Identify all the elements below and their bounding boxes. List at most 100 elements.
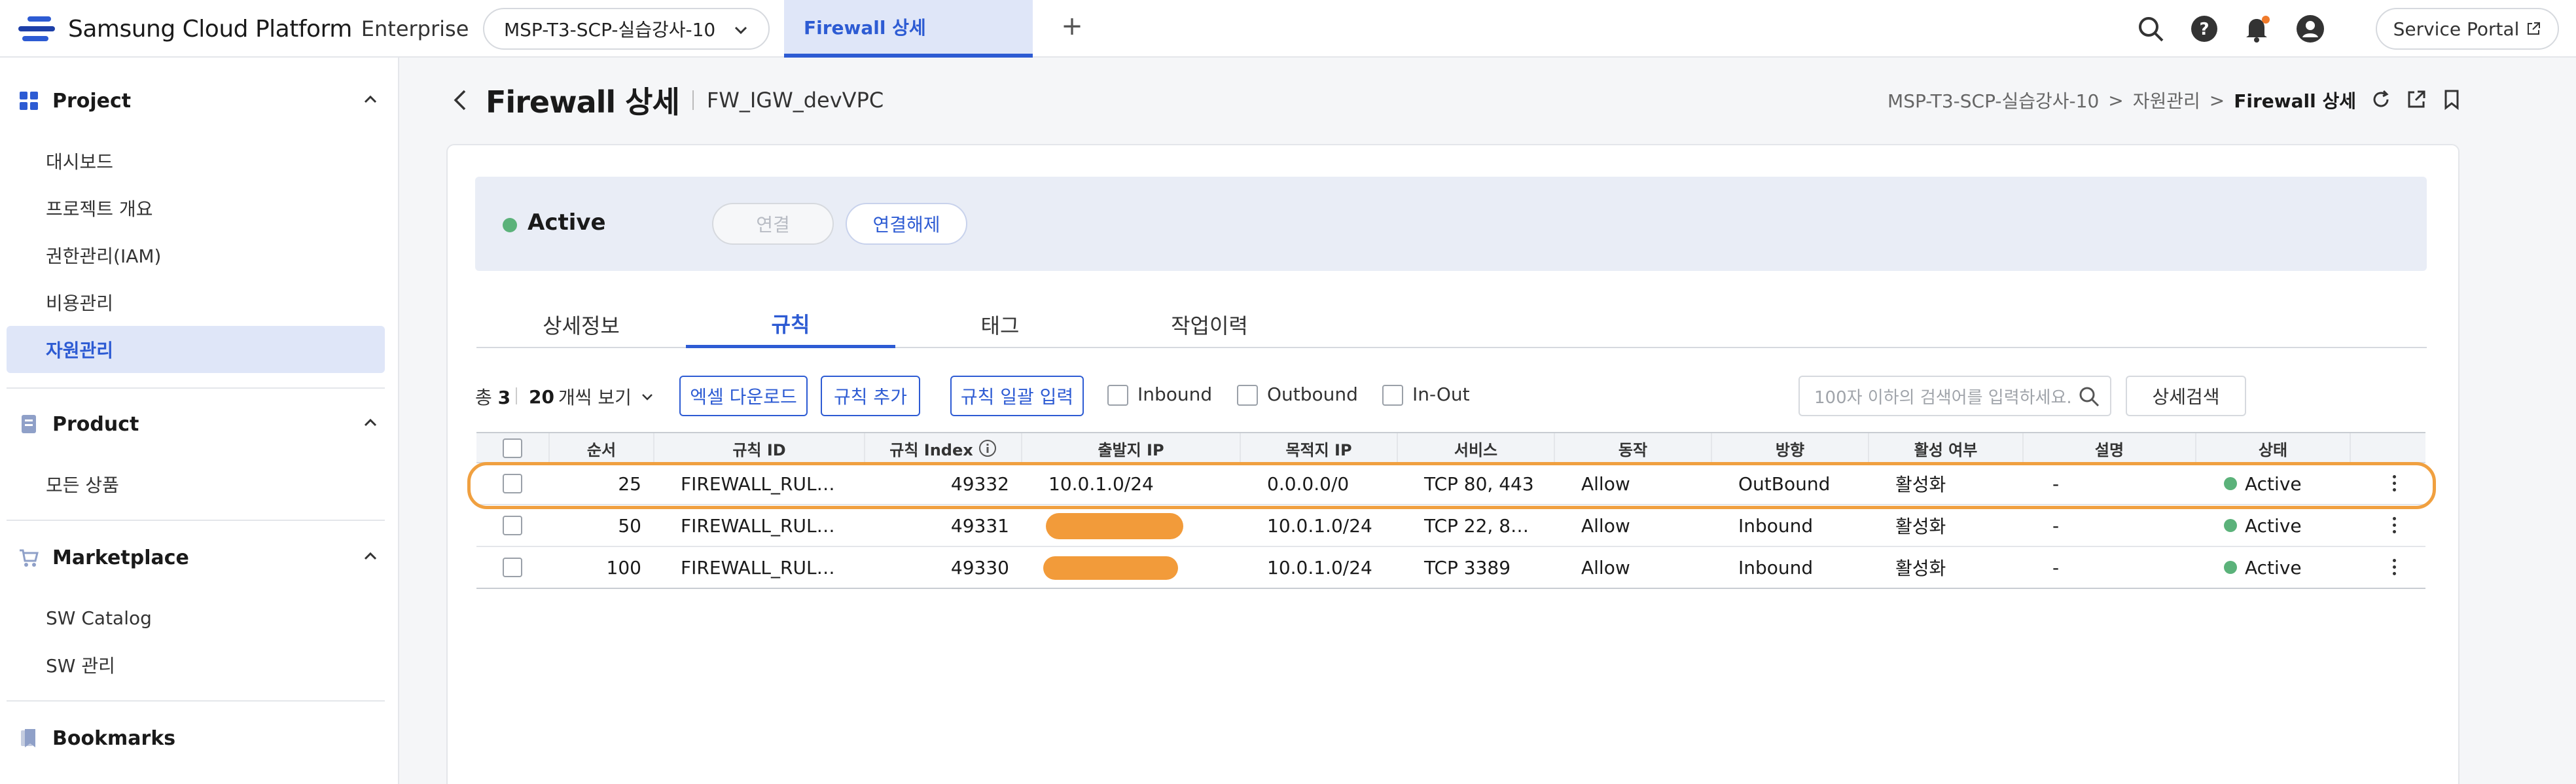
sidebar-item-billing[interactable]: 비용관리 bbox=[7, 279, 385, 326]
sidebar-section-product[interactable]: Product bbox=[18, 404, 385, 444]
back-arrow-icon[interactable] bbox=[448, 87, 471, 113]
header-description[interactable]: 설명 bbox=[2024, 433, 2196, 463]
page-size-label: 개씩 보기 bbox=[558, 387, 632, 408]
help-icon[interactable]: ? bbox=[2189, 13, 2220, 45]
header-order[interactable]: 순서 bbox=[550, 433, 654, 463]
sidebar-item-label: SW 관리 bbox=[46, 655, 115, 677]
sidebar-item-all-products[interactable]: 모든 상품 bbox=[7, 461, 385, 508]
breadcrumb-resources[interactable]: 자원관리 bbox=[2133, 87, 2200, 113]
cell-destination-ip: 10.0.1.0/24 bbox=[1267, 514, 1372, 537]
total-count: 총 3 bbox=[475, 387, 511, 408]
header-direction[interactable]: 방향 bbox=[1712, 433, 1869, 463]
breadcrumb-separator: > bbox=[2108, 89, 2124, 111]
search-icon[interactable] bbox=[2077, 385, 2101, 408]
sidebar-section-label: Bookmarks bbox=[52, 726, 176, 750]
sidebar-item-label: 비용관리 bbox=[46, 293, 114, 314]
breadcrumb-project[interactable]: MSP-T3-SCP-실습강사-10 bbox=[1887, 87, 2099, 113]
search-icon[interactable] bbox=[2135, 13, 2166, 45]
info-icon[interactable] bbox=[978, 439, 997, 457]
cell-action: Allow bbox=[1581, 514, 1630, 537]
tab-rules[interactable]: 규칙 bbox=[686, 301, 895, 348]
tab-label: 태그 bbox=[980, 313, 1020, 338]
status-dot bbox=[2224, 561, 2237, 574]
external-link-icon bbox=[2528, 22, 2541, 35]
cell-order: 100 bbox=[606, 556, 641, 579]
header-action[interactable]: 동작 bbox=[1555, 433, 1712, 463]
header-rule-id[interactable]: 규칙 ID bbox=[654, 433, 865, 463]
sidebar-divider bbox=[7, 520, 385, 521]
row-checkbox[interactable] bbox=[503, 558, 522, 577]
sidebar-item-label: 권한관리(IAM) bbox=[46, 245, 162, 267]
sidebar-section-bookmarks[interactable]: Bookmarks bbox=[18, 719, 385, 758]
cell-rule-id[interactable]: FIREWALL_RUL… bbox=[681, 505, 851, 546]
sidebar-item-sw-management[interactable]: SW 관리 bbox=[7, 641, 385, 688]
filter-inout-label: In-Out bbox=[1412, 383, 1470, 405]
brand-logo[interactable]: Samsung Cloud Platform Enterprise bbox=[18, 13, 469, 45]
cell-rule-id[interactable]: FIREWALL_RUL… bbox=[681, 547, 851, 588]
header-service[interactable]: 서비스 bbox=[1398, 433, 1555, 463]
grid-icon bbox=[20, 92, 38, 110]
filter-outbound-checkbox[interactable] bbox=[1237, 385, 1258, 406]
service-portal-button[interactable]: Service Portal bbox=[2376, 8, 2559, 50]
connect-button[interactable]: 연결 bbox=[712, 203, 834, 245]
breadcrumb: MSP-T3-SCP-실습강사-10 > 자원관리 > Firewall 상세 bbox=[1887, 85, 2356, 115]
bookmark-icon bbox=[21, 729, 35, 747]
button-label: 엑셀 다운로드 bbox=[690, 386, 797, 408]
sidebar-item-iam[interactable]: 권한관리(IAM) bbox=[7, 232, 385, 279]
refresh-icon[interactable] bbox=[2369, 88, 2393, 111]
cart-icon bbox=[20, 549, 39, 567]
advanced-search-button[interactable]: 상세검색 bbox=[2126, 376, 2246, 416]
page-header: Firewall 상세 FW_IGW_devVPC bbox=[448, 77, 884, 123]
sidebar-item-label: 프로젝트 개요 bbox=[46, 198, 153, 220]
title-separator bbox=[692, 90, 694, 110]
page-size-select[interactable]: 20 개씩 보기 bbox=[529, 383, 655, 410]
project-select[interactable]: MSP-T3-SCP-실습강사-10 bbox=[483, 8, 770, 50]
breadcrumb-current: Firewall 상세 bbox=[2234, 90, 2356, 112]
bulk-rule-input-button[interactable]: 규칙 일괄 입력 bbox=[950, 376, 1084, 416]
bell-icon[interactable] bbox=[2241, 13, 2272, 45]
tab-history[interactable]: 작업이력 bbox=[1105, 301, 1314, 348]
more-options-icon[interactable] bbox=[2393, 517, 2397, 535]
excel-download-button[interactable]: 엑셀 다운로드 bbox=[679, 376, 808, 416]
sidebar-section-marketplace[interactable]: Marketplace bbox=[18, 538, 385, 577]
bookmark-icon[interactable] bbox=[2440, 88, 2463, 111]
sidebar-item-project-overview[interactable]: 프로젝트 개요 bbox=[7, 185, 385, 232]
sidebar-section-project[interactable]: Project bbox=[18, 81, 385, 120]
select-all-checkbox[interactable] bbox=[503, 438, 522, 458]
header-state[interactable]: 상태 bbox=[2196, 433, 2351, 463]
disconnect-button[interactable]: 연결해제 bbox=[846, 203, 967, 245]
sidebar-item-label: 대시보드 bbox=[46, 151, 114, 173]
more-options-icon[interactable] bbox=[2393, 559, 2397, 577]
tab-label: 작업이력 bbox=[1171, 313, 1248, 338]
status-indicator bbox=[503, 218, 517, 232]
sidebar-item-sw-catalog[interactable]: SW Catalog bbox=[7, 594, 385, 641]
connect-button-label: 연결 bbox=[756, 214, 790, 236]
add-tab-button[interactable]: + bbox=[1056, 10, 1088, 42]
header-label: 규칙 Index bbox=[889, 440, 973, 459]
row-checkbox[interactable] bbox=[503, 516, 522, 535]
tab-tags[interactable]: 태그 bbox=[895, 301, 1105, 348]
header-select-all bbox=[476, 433, 550, 463]
header-source-ip[interactable]: 출발지 IP bbox=[1022, 433, 1241, 463]
status-label: Active bbox=[2245, 556, 2302, 579]
header-destination-ip[interactable]: 목적지 IP bbox=[1241, 433, 1398, 463]
detail-tabs: 상세정보 규칙 태그 작업이력 bbox=[476, 301, 2427, 348]
sidebar-item-dashboard[interactable]: 대시보드 bbox=[7, 137, 385, 185]
add-rule-button[interactable]: 규칙 추가 bbox=[821, 376, 920, 416]
search-input[interactable]: 100자 이하의 검색어를 입력하세요. bbox=[1798, 376, 2111, 416]
chevron-up-icon bbox=[364, 552, 377, 560]
tab-details[interactable]: 상세정보 bbox=[476, 301, 686, 348]
cell-direction: Inbound bbox=[1738, 556, 1814, 579]
table-row[interactable]: 50 FIREWALL_RUL… 49331 10.0.1.0/24 TCP 2… bbox=[476, 505, 2425, 547]
filter-inbound-checkbox[interactable] bbox=[1107, 385, 1128, 406]
filter-inout-checkbox[interactable] bbox=[1382, 385, 1403, 406]
user-avatar-icon[interactable] bbox=[2295, 13, 2326, 45]
sidebar: Project 대시보드 프로젝트 개요 권한관리(IAM) 비용관리 자원관리… bbox=[0, 58, 399, 784]
header-enabled[interactable]: 활성 여부 bbox=[1869, 433, 2024, 463]
header-rule-index[interactable]: 규칙 Index bbox=[865, 433, 1022, 463]
chevron-up-icon bbox=[364, 418, 377, 427]
open-tab-firewall-detail[interactable]: Firewall 상세 bbox=[784, 0, 1033, 58]
external-link-icon[interactable] bbox=[2405, 88, 2428, 111]
sidebar-item-resources[interactable]: 자원관리 bbox=[7, 326, 385, 373]
table-row[interactable]: 100 FIREWALL_RUL… 49330 10.0.1.0/24 TCP … bbox=[476, 547, 2425, 589]
